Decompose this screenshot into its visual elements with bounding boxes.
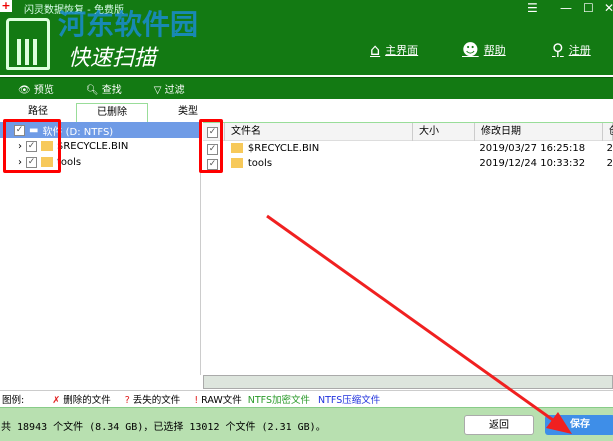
column-size[interactable]: 大小 (413, 122, 475, 141)
preview-button[interactable]: 👁 预览 (18, 81, 54, 96)
legend-raw: ! RAW文件 (194, 392, 241, 406)
status-bar: 共 18943 个文件 (8.34 GB)，已选择 13012 个文件 (2.3… (0, 407, 613, 441)
legend-encrypted: NTFS加密文件 (247, 395, 310, 406)
question-icon: ? (124, 395, 130, 406)
table-row[interactable]: ✓ tools 2019/12/24 10:33:32 2 (203, 156, 613, 171)
home-icon: ⌂ (370, 40, 381, 59)
back-button[interactable]: 返回 (464, 415, 534, 435)
file-date: 2019/03/27 16:25:18 (479, 143, 586, 154)
find-button[interactable]: 🔍︎ 查找 (86, 81, 122, 96)
mode-title: 快速扫描 (68, 46, 157, 71)
list-header: ✓ 文件名 大小 修改日期 创 (203, 122, 613, 141)
user-icon: ☻ (462, 40, 479, 59)
table-row[interactable]: ✓ $RECYCLE.BIN 2019/03/27 16:25:18 2 (203, 141, 613, 156)
search-icon: 🔍︎ (85, 85, 99, 96)
find-label: 查找 (101, 85, 122, 96)
register-label: 注册 (568, 43, 591, 57)
home-label: 主界面 (385, 43, 419, 57)
save-button[interactable]: 保存 (545, 415, 613, 435)
column-name[interactable]: 文件名 (225, 122, 413, 141)
filter-icon: ▽ (153, 85, 162, 96)
column-created[interactable]: 创 (603, 122, 613, 141)
menu-button[interactable]: ☰ (527, 1, 538, 15)
highlight-box (199, 119, 223, 173)
header: + 闪灵数据恢复 - 免费版 ☰ — ☐ ✕ 河东软件园 快速扫描 ⌂ 主界面 ☻… (0, 0, 613, 75)
filter-button[interactable]: ▽ 过滤 (154, 81, 185, 96)
toolbar: 👁 预览 🔍︎ 查找 ▽ 过滤 (0, 77, 613, 99)
key-icon: ⚲ (552, 40, 564, 59)
legend-compressed: NTFS压缩文件 (318, 395, 381, 406)
close-button[interactable]: ✕ (604, 1, 613, 15)
file-created: 2 (606, 158, 613, 169)
file-created: 2 (606, 143, 613, 154)
app-logo (6, 18, 50, 70)
minimize-button[interactable]: — (560, 1, 572, 15)
column-modified[interactable]: 修改日期 (475, 122, 603, 141)
highlight-box (3, 119, 61, 173)
legend-text: 删除的文件 (63, 395, 111, 406)
file-list: ✓ 文件名 大小 修改日期 创 ✓ $RECYCLE.BIN 2019/03/2… (203, 122, 613, 375)
filter-label: 过滤 (164, 85, 185, 96)
help-button[interactable]: ☻ 帮助 (462, 40, 506, 59)
preview-label: 预览 (33, 85, 54, 96)
legend: 图例: ✗ 删除的文件 ? 丢失的文件 ! RAW文件 NTFS加密文件 NTF… (0, 390, 613, 407)
app-icon: + (0, 0, 12, 12)
legend-lost: ? 丢失的文件 (125, 392, 181, 406)
horizontal-scrollbar[interactable] (203, 375, 613, 389)
legend-deleted: ✗ 删除的文件 (52, 392, 111, 406)
help-label: 帮助 (483, 43, 506, 57)
legend-text: 丢失的文件 (132, 395, 181, 406)
folder-icon (230, 158, 243, 168)
status-text: 共 18943 个文件 (8.34 GB)，已选择 13012 个文件 (2.3… (1, 422, 326, 433)
register-button[interactable]: ⚲ 注册 (552, 40, 591, 59)
x-icon: ✗ (52, 395, 61, 406)
legend-label: 图例: (2, 395, 25, 406)
home-button[interactable]: ⌂ 主界面 (370, 40, 418, 59)
watermark: 河东软件园 (58, 8, 199, 41)
file-name: tools (247, 158, 273, 169)
file-date: 2019/12/24 10:33:32 (479, 158, 586, 169)
legend-text: RAW文件 (201, 395, 242, 406)
eye-icon: 👁 (18, 85, 31, 96)
tree-label: $RECYCLE.BIN (57, 140, 129, 152)
folder-icon (230, 143, 243, 153)
exclamation-icon: ! (194, 395, 199, 406)
file-name: $RECYCLE.BIN (247, 143, 320, 154)
tab-deleted[interactable]: 已删除 (76, 103, 148, 123)
maximize-button[interactable]: ☐ (583, 1, 594, 15)
